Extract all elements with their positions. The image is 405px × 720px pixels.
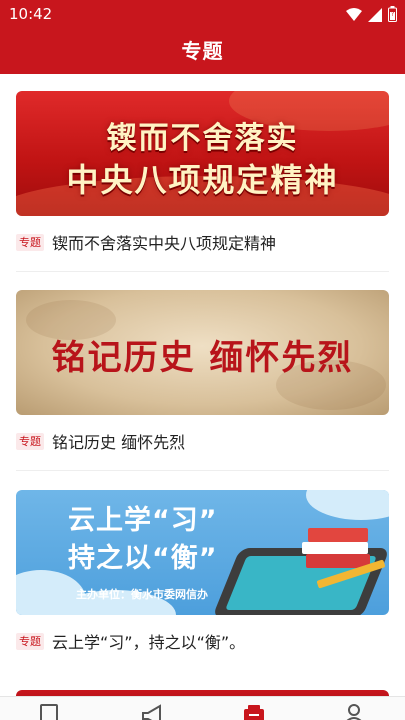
svg-text:?: ? <box>391 11 394 18</box>
bookmark-icon <box>39 704 61 720</box>
status-time: 10:42 <box>9 5 53 23</box>
status-bar: 10:42 ? <box>0 0 405 30</box>
banner-text-line1: 锲而不舍落实 <box>106 121 299 156</box>
card-meta: 专题 云上学“习”，持之以“衡”。 <box>16 629 389 653</box>
book-illustration <box>308 528 368 542</box>
tab-bookmark[interactable] <box>39 703 63 720</box>
topic-title[interactable]: 铭记历史 缅怀先烈 <box>52 429 185 453</box>
topic-feed[interactable]: 锲而不舍落实 中央八项规定精神 专题 锲而不舍落实中央八项规定精神 铭记历史 缅… <box>0 74 405 696</box>
megaphone-icon <box>140 704 164 720</box>
topic-card[interactable]: 云上学“习” 持之以“衡” 主办单位：衡水市委网信办 专题 云上学“习”，持之以… <box>16 490 389 653</box>
signal-icon <box>368 7 382 26</box>
tab-announce[interactable] <box>140 703 164 720</box>
topic-banner-image[interactable]: 云上学“习” 持之以“衡” 主办单位：衡水市委网信办 <box>16 490 389 615</box>
topic-banner-image[interactable]: 铭记历史 缅怀先烈 <box>16 290 389 415</box>
bottom-tab-bar <box>0 696 405 720</box>
topic-card[interactable]: 铭记历史 缅怀先烈 专题 铭记历史 缅怀先烈 <box>16 290 389 453</box>
topic-tag: 专题 <box>16 233 44 251</box>
wifi-icon <box>346 7 362 26</box>
card-meta: 专题 铭记历史 缅怀先烈 <box>16 429 389 453</box>
banner-text: 铭记历史 缅怀先烈 <box>51 338 354 378</box>
banner-text-line2: 持之以“衡” <box>68 543 218 574</box>
banner-text-line1: 云上学“习” <box>68 505 218 536</box>
topic-tag: 专题 <box>16 432 44 450</box>
topics-icon <box>242 705 266 720</box>
page-title: 专题 <box>181 39 224 63</box>
divider <box>16 271 389 272</box>
divider <box>16 470 389 471</box>
banner-text-line2: 中央八项规定精神 <box>66 161 339 199</box>
app-header: 专题 <box>0 30 405 74</box>
book-illustration <box>302 542 368 554</box>
topic-tag: 专题 <box>16 632 44 650</box>
tab-topics[interactable] <box>242 703 266 720</box>
topic-title[interactable]: 锲而不舍落实中央八项规定精神 <box>52 230 276 254</box>
tab-profile[interactable] <box>342 703 366 720</box>
card-meta: 专题 锲而不舍落实中央八项规定精神 <box>16 230 389 254</box>
topic-banner-image[interactable]: 锲而不舍落实 中央八项规定精神 <box>16 91 389 216</box>
person-icon <box>342 704 366 720</box>
status-icons: ? <box>346 6 397 26</box>
topic-card[interactable]: 锲而不舍落实 中央八项规定精神 专题 锲而不舍落实中央八项规定精神 <box>16 91 389 254</box>
cloud-decoration <box>306 490 389 520</box>
battery-icon: ? <box>388 6 397 26</box>
topic-title[interactable]: 云上学“习”，持之以“衡”。 <box>52 629 245 653</box>
banner-sponsor-text: 主办单位：衡水市委网信办 <box>76 588 208 601</box>
